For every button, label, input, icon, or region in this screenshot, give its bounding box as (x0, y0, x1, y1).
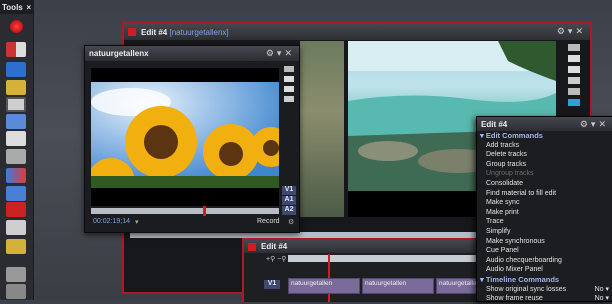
side-upload-icon[interactable] (568, 99, 580, 106)
menu-item-make-synchronous[interactable]: Make synchronous (477, 237, 612, 247)
timeline-record-indicator-icon (248, 242, 256, 251)
source-letterbox-bottom (91, 188, 279, 206)
source-playhead[interactable] (203, 206, 206, 216)
menu-item-value[interactable]: No ▾ (595, 285, 609, 295)
export-icon[interactable] (6, 239, 26, 254)
side-monitor-icon[interactable] (568, 55, 580, 62)
edit-window-titlebar: Edit #4 [natuurgetallenx] ⚙▾✕ (124, 24, 590, 40)
side-folder-icon[interactable] (568, 44, 580, 51)
record-indicator-icon (128, 28, 136, 36)
source-folder-icon[interactable] (284, 66, 294, 72)
tools-panel: Tools × (0, 0, 34, 300)
timeline-clip[interactable]: natuurgetallen (288, 278, 360, 294)
record-icon[interactable] (10, 20, 23, 33)
bin-icon[interactable] (6, 62, 26, 77)
menu-item-show-frame-reuse[interactable]: Show frame reuse No ▾ (477, 294, 612, 304)
source-window: natuurgetallenx ⚙▾✕ V1 A1 A2 00:02:19;14… (84, 45, 300, 233)
source-mark-icon[interactable] (284, 96, 294, 102)
menu-section-timeline-commands[interactable]: ▾ Timeline Commands (477, 275, 612, 285)
timeline-track-v1[interactable]: V1 (264, 280, 280, 289)
menu-item-trace[interactable]: Trace (477, 217, 612, 227)
source-track-a2[interactable]: A2 (282, 206, 296, 215)
menu-item-group-tracks[interactable]: Group tracks (477, 160, 612, 170)
keyboard-icon[interactable] (6, 131, 26, 146)
side-mark-icon[interactable] (568, 77, 580, 84)
grid-icon[interactable] (6, 186, 26, 201)
menu-item-audio-checquerboarding[interactable]: Audio checquerboarding (477, 256, 612, 266)
sunflower-scene (91, 82, 279, 188)
list-icon[interactable] (6, 220, 26, 235)
menu-item-cue-panel[interactable]: Cue Panel (477, 246, 612, 256)
tools-close-icon[interactable]: × (26, 3, 31, 12)
menu-value-text: No (594, 295, 604, 303)
menu-section-label: Timeline Commands (485, 274, 560, 284)
layers-icon[interactable] (6, 114, 26, 129)
source-side-buttons (284, 66, 294, 102)
source-track-v1[interactable]: V1 (282, 186, 296, 195)
settings-icon[interactable] (6, 284, 26, 299)
side-monitor2-icon[interactable] (568, 66, 580, 73)
source-track-a1[interactable]: A1 (282, 196, 296, 205)
menu-item-make-sync[interactable]: Make sync (477, 198, 612, 208)
menu-titlebar: Edit #4 ⚙▾✕ (477, 117, 612, 131)
timecode-dropdown-icon[interactable]: ▾ (135, 218, 139, 226)
sunflower-video-frame (91, 82, 279, 188)
record-label: Record (257, 218, 280, 225)
timeline-title: Edit #4 (261, 242, 288, 251)
menu-item-value[interactable]: No ▾ (595, 294, 609, 304)
menu-item-make-print[interactable]: Make print (477, 208, 612, 218)
menu-section-edit-commands[interactable]: ▾ Edit Commands (477, 131, 612, 141)
edit-window-title: Edit #4 (141, 27, 168, 37)
menu-value-dropdown-icon: ▾ (605, 295, 609, 303)
menu-title: Edit #4 (481, 119, 508, 129)
menu-item-find-material[interactable]: Find material to fill edit (477, 189, 612, 199)
edit-context-menu: Edit #4 ⚙▾✕ ▾ Edit Commands Add tracks D… (476, 116, 612, 302)
tools-title: Tools (2, 2, 23, 12)
record-settings-icon[interactable]: ⚙ (288, 218, 294, 226)
menu-item-show-original-sync-losses[interactable]: Show original sync losses No ▾ (477, 285, 612, 295)
menu-item-consolidate[interactable]: Consolidate (477, 179, 612, 189)
source-title: natuurgetallenx (89, 49, 149, 58)
menu-item-ungroup-tracks: Ungroup tracks (486, 170, 534, 178)
tools-x-icon[interactable] (6, 202, 26, 217)
menu-value-dropdown-icon: ▾ (605, 285, 609, 293)
source-monitor-icon[interactable] (284, 76, 294, 82)
monitor-icon[interactable] (6, 97, 26, 112)
menu-item-audio-mixer-panel[interactable]: Audio Mixer Panel (477, 265, 612, 275)
tools-header: Tools × (0, 0, 33, 14)
zoom-controls-icon[interactable]: +⚲ −⚲ (266, 255, 286, 263)
menu-item-delete-tracks[interactable]: Delete tracks (477, 150, 612, 160)
menu-section-label: Edit Commands (485, 131, 543, 140)
menu-value-text: No (594, 285, 604, 293)
edit-window-subtitle: [natuurgetallenx] (169, 27, 229, 37)
record-monitor-preview (300, 41, 344, 217)
menu-item-add-tracks[interactable]: Add tracks (477, 141, 612, 151)
window-controls-icon[interactable]: ⚙▾✕ (557, 26, 586, 37)
side-loop-icon[interactable] (568, 88, 580, 95)
media-tool-icon[interactable] (6, 149, 26, 164)
palette-grid-icon[interactable] (6, 267, 26, 282)
source-monitor2-icon[interactable] (284, 86, 294, 92)
timeline-clip[interactable]: natuurgetallen (362, 278, 434, 294)
folder-icon[interactable] (6, 80, 26, 95)
menu-item-simplify[interactable]: Simplify (477, 227, 612, 237)
menu-item-label: Show frame reuse (486, 295, 543, 303)
edit-tool-icon[interactable] (6, 42, 26, 57)
menu-window-controls-icon[interactable]: ⚙▾✕ (580, 119, 609, 130)
source-timecode: 00:02:19;14 (93, 218, 130, 225)
source-letterbox-top (91, 68, 279, 82)
effects-icon[interactable] (6, 168, 26, 183)
source-titlebar: natuurgetallenx ⚙▾✕ (85, 46, 299, 61)
record-side-buttons (568, 44, 580, 114)
source-window-controls-icon[interactable]: ⚙▾✕ (266, 48, 295, 59)
source-scrubber[interactable] (91, 208, 279, 214)
menu-item-label: Show original sync losses (486, 285, 567, 293)
